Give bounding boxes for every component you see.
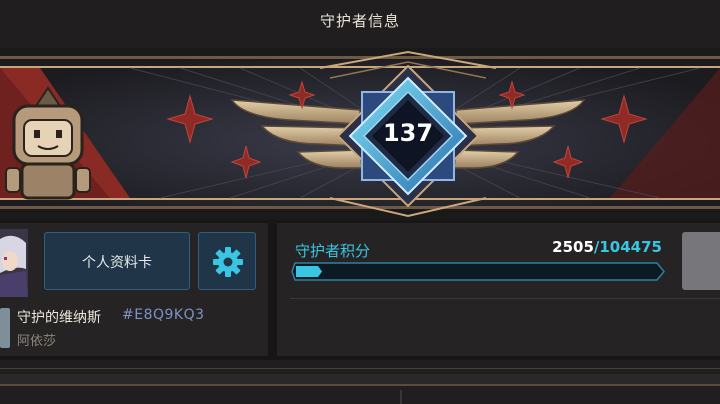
player-badge-icon <box>0 308 10 348</box>
side-tile[interactable] <box>682 232 720 290</box>
profile-card-button-label: 个人资料卡 <box>82 255 152 271</box>
avatar[interactable] <box>0 229 28 297</box>
rank-level: 137 <box>382 119 434 147</box>
gear-icon <box>213 247 243 277</box>
score-label: 守护者积分 <box>295 242 371 260</box>
top-bar: 守护者信息 <box>0 0 720 48</box>
player-tag[interactable]: #E8Q9KQ3 <box>122 307 205 323</box>
score-progress-fill <box>296 266 322 277</box>
settings-button[interactable] <box>198 232 256 290</box>
score-progress-bar <box>291 262 665 281</box>
avatar-portrait-icon <box>0 229 28 297</box>
player-name: 守护的维纳斯 <box>17 310 101 326</box>
player-alias: 阿依莎 <box>17 334 57 349</box>
profile-card-button[interactable]: 个人资料卡 <box>44 232 190 290</box>
score-current: 2505 <box>552 238 594 256</box>
score-values: 2505/104475 <box>430 238 662 256</box>
score-max: 104475 <box>599 238 662 256</box>
page-title: 守护者信息 <box>319 12 400 30</box>
bottom-strip <box>0 360 720 404</box>
score-divider <box>290 298 720 299</box>
rank-banner: 137 <box>0 48 720 220</box>
